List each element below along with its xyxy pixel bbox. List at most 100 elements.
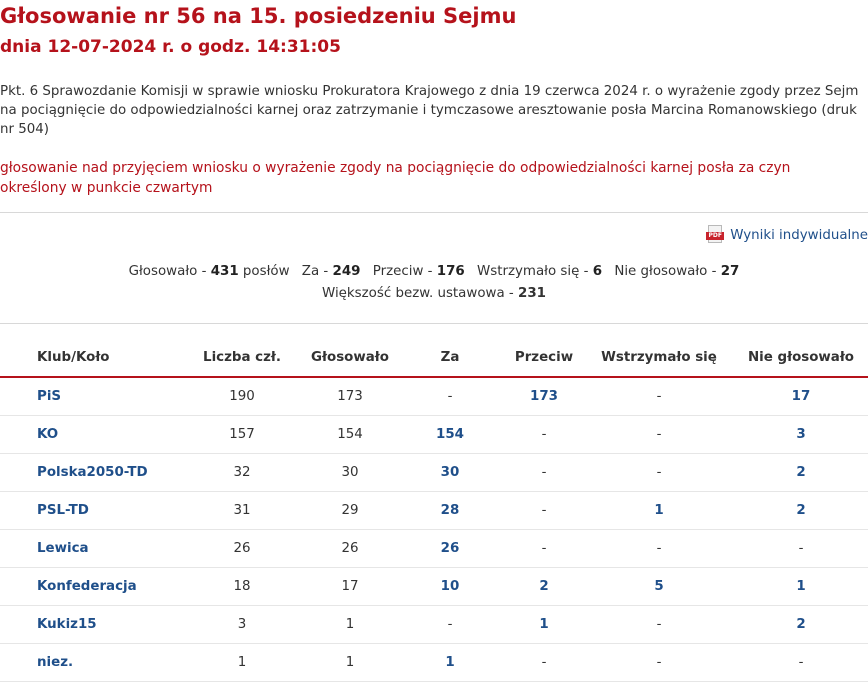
cell-club: PiS: [0, 377, 180, 416]
cell-club: Konfederacja: [0, 567, 180, 606]
pdf-icon: PDF: [706, 225, 725, 245]
cell-not-voted: 17: [734, 377, 868, 416]
individual-results-link[interactable]: PDF Wyniki indywidualne: [706, 224, 868, 246]
count-link[interactable]: 5: [654, 579, 663, 594]
summary-abstain: Wstrzymało się - 6: [476, 264, 603, 279]
cell-not-voted: -: [734, 529, 868, 568]
count-link[interactable]: 2: [796, 617, 805, 632]
count-link[interactable]: 2: [796, 465, 805, 480]
count-link[interactable]: 2: [796, 503, 805, 518]
table-row: PSL-TD 31 29 28 - 1 2: [0, 491, 868, 530]
cell-against: -: [504, 453, 584, 492]
cell-members: 3: [180, 605, 304, 644]
count-link[interactable]: 1: [796, 579, 805, 594]
cell-voted: 29: [304, 491, 396, 530]
count-link[interactable]: 2: [539, 579, 548, 594]
cell-for: -: [396, 605, 504, 644]
pdf-badge: PDF: [706, 232, 725, 240]
divider: [0, 323, 868, 324]
cell-for: 28: [396, 491, 504, 530]
count-link[interactable]: 1: [654, 503, 663, 518]
club-link[interactable]: Konfederacja: [37, 579, 137, 594]
table-row: KO 157 154 154- -3: [0, 415, 868, 454]
club-link[interactable]: Polska2050-TD: [37, 465, 148, 480]
cell-members: 32: [180, 453, 304, 492]
cell-not-voted: 2: [734, 605, 868, 644]
cell-abstain: -: [584, 529, 734, 568]
cell-abstain: -: [584, 605, 734, 644]
cell-voted: 1: [304, 605, 396, 644]
header-club: Klub/Koło: [0, 338, 180, 378]
cell-abstain: -: [584, 453, 734, 492]
divider: [0, 212, 868, 213]
cell-voted: 1: [304, 643, 396, 682]
cell-members: 157: [180, 415, 304, 454]
club-link[interactable]: PSL-TD: [37, 503, 89, 518]
cell-voted: 173: [304, 377, 396, 416]
club-link[interactable]: PiS: [37, 389, 61, 404]
cell-against: -: [504, 415, 584, 454]
cell-for: 30: [396, 453, 504, 492]
cell-against: -: [504, 529, 584, 568]
count-link[interactable]: 173: [530, 389, 558, 404]
club-link[interactable]: KO: [37, 427, 58, 442]
cell-for: 10: [396, 567, 504, 606]
summary-not-voted: Nie głosowało - 27: [614, 264, 740, 279]
count-link[interactable]: 10: [441, 579, 460, 594]
summary-against: Przeciw - 176: [372, 264, 465, 279]
cell-against: 1: [504, 605, 584, 644]
table-row: Lewica 26 26 26- - -: [0, 529, 868, 568]
cell-not-voted: 2: [734, 453, 868, 492]
table-row: Kukiz15 3 1-1-2: [0, 605, 868, 644]
table-row: Konfederacja 18 17 10 2 5 1: [0, 567, 868, 606]
cell-for: 26: [396, 529, 504, 568]
cell-for: -: [396, 377, 504, 416]
summary-voted: Głosowało - 431 posłów: [128, 264, 290, 279]
agenda-text: Pkt. 6 Sprawozdanie Komisji w sprawie wn…: [0, 84, 859, 137]
count-link[interactable]: 1: [445, 655, 454, 670]
count-link[interactable]: 28: [441, 503, 460, 518]
header-abstain: Wstrzymało się: [584, 338, 734, 378]
table-header-row: Klub/Koło Liczba czł. Głosowało Za Przec…: [0, 338, 868, 378]
header-voted: Głosowało: [304, 338, 396, 378]
vote-summary: Głosowało - 431 posłów Za - 249 Przeciw …: [0, 264, 868, 279]
cell-voted: 17: [304, 567, 396, 606]
cell-not-voted: 3: [734, 415, 868, 454]
cell-abstain: -: [584, 377, 734, 416]
cell-club: KO: [0, 415, 180, 454]
majority-summary: Większość bezw. ustawowa - 231: [322, 286, 546, 301]
cell-for: 1: [396, 643, 504, 682]
count-link[interactable]: 17: [792, 389, 811, 404]
cell-members: 18: [180, 567, 304, 606]
individual-results-label: Wyniki indywidualne: [730, 227, 868, 243]
count-link[interactable]: 3: [796, 427, 805, 442]
club-link[interactable]: niez.: [37, 655, 73, 670]
cell-members: 190: [180, 377, 304, 416]
cell-club: Kukiz15: [0, 605, 180, 644]
cell-voted: 26: [304, 529, 396, 568]
club-link[interactable]: Lewica: [37, 541, 89, 556]
cell-members: 31: [180, 491, 304, 530]
results-table: Klub/Koło Liczba czł. Głosowało Za Przec…: [0, 338, 868, 682]
count-link[interactable]: 26: [441, 541, 460, 556]
page-title: Głosowanie nr 56 na 15. posiedzeniu Sejm…: [0, 4, 517, 28]
cell-against: 2: [504, 567, 584, 606]
count-link[interactable]: 154: [436, 427, 464, 442]
club-link[interactable]: Kukiz15: [37, 617, 97, 632]
cell-abstain: 5: [584, 567, 734, 606]
table-row: PiS 190 173-173-17: [0, 377, 868, 416]
cell-not-voted: -: [734, 643, 868, 682]
table-row: niez. 1 1 1- - -: [0, 643, 868, 682]
vote-subject: głosowanie nad przyjęciem wniosku o wyra…: [0, 160, 791, 196]
header-not-voted: Nie głosowało: [734, 338, 868, 378]
cell-abstain: 1: [584, 491, 734, 530]
count-link[interactable]: 1: [539, 617, 548, 632]
count-link[interactable]: 30: [441, 465, 460, 480]
header-for: Za: [396, 338, 504, 378]
cell-not-voted: 1: [734, 567, 868, 606]
cell-club: Polska2050-TD: [0, 453, 180, 492]
cell-abstain: -: [584, 415, 734, 454]
cell-voted: 154: [304, 415, 396, 454]
header-members: Liczba czł.: [180, 338, 304, 378]
page-subtitle: dnia 12-07-2024 r. o godz. 14:31:05: [0, 37, 341, 57]
